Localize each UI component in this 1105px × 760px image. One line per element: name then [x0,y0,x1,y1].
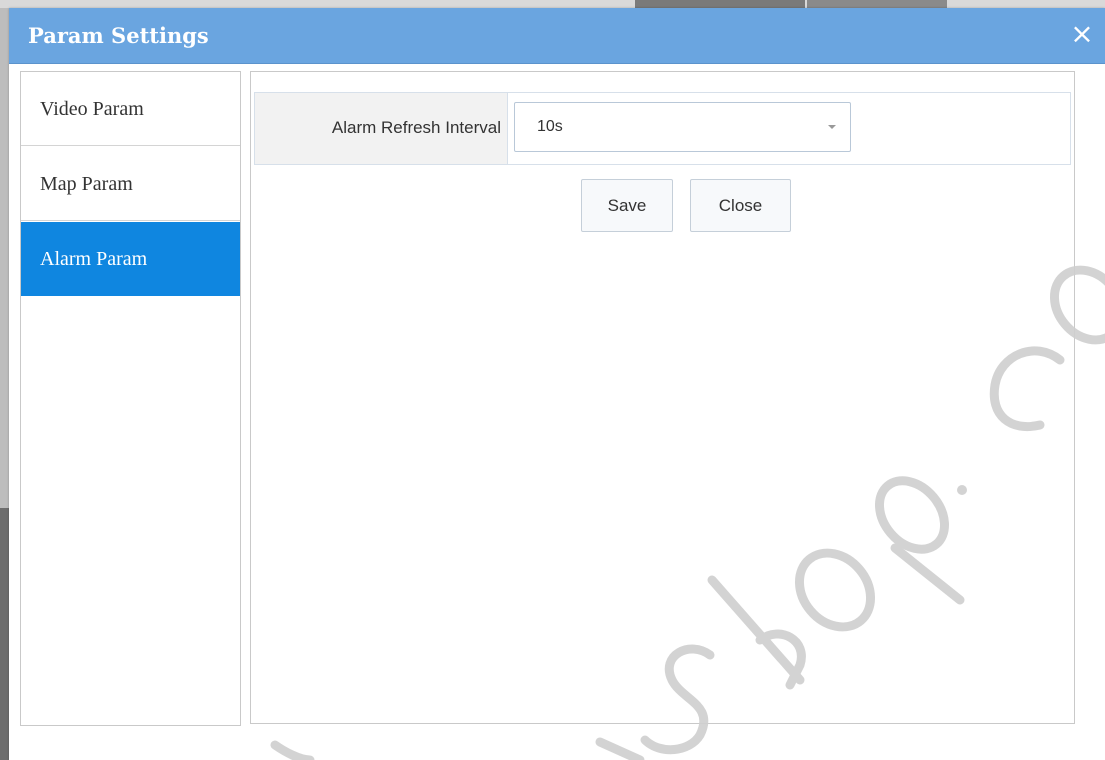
close-button[interactable]: Close [690,179,791,232]
select-value: 10s [537,118,563,135]
background-window-strip [0,0,1105,8]
background-window-edge [0,8,9,760]
form-row-alarm-refresh-interval: Alarm Refresh Interval 10s [254,92,1071,165]
settings-sidebar: Video Param Map Param Alarm Param [20,71,241,726]
sidebar-item-alarm-param[interactable]: Alarm Param [21,222,240,296]
alarm-refresh-interval-label: Alarm Refresh Interval [331,118,501,137]
sidebar-item-video-param[interactable]: Video Param [21,72,240,146]
background-element [807,0,947,8]
dialog-title: Param Settings [28,23,209,48]
save-button[interactable]: Save [581,179,673,232]
sidebar-item-map-param[interactable]: Map Param [21,147,240,221]
background-element [0,508,9,760]
alarm-refresh-interval-select[interactable]: 10s [514,102,851,152]
settings-content-panel: Alarm Refresh Interval 10s Save Close [250,71,1075,724]
dialog-titlebar: Param Settings × [9,8,1105,64]
chevron-down-icon [828,125,836,129]
form-label-cell: Alarm Refresh Interval [255,93,508,164]
close-icon[interactable]: × [1067,19,1097,49]
background-element [635,0,805,8]
